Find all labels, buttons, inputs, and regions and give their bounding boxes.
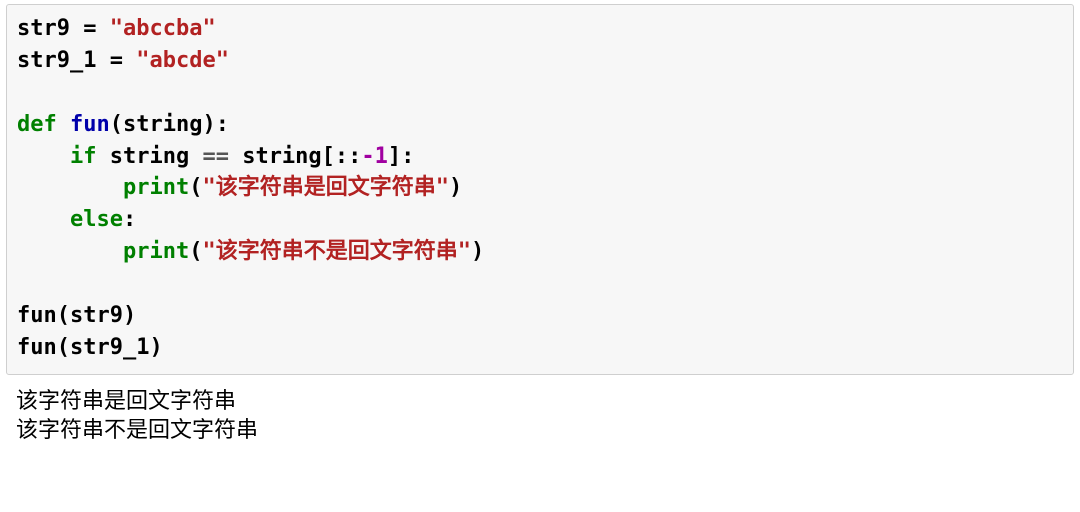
code-line-2: str9_1 = "abcde" [17, 48, 229, 73]
code-line-8: print("该字符串不是回文字符串") [17, 239, 484, 264]
code-line-11: fun(str9_1) [17, 335, 163, 360]
code-line-1: str9 = "abccba" [17, 16, 216, 41]
code-line-10: fun(str9) [17, 303, 136, 328]
code-line-6: print("该字符串是回文字符串") [17, 175, 462, 200]
code-line-4: def fun(string): [17, 112, 229, 137]
code-line-7: else: [17, 207, 136, 232]
output-line-2: 该字符串不是回文字符串 [16, 414, 1064, 444]
code-line-5: if string == string[::-1]: [17, 144, 414, 169]
code-cell: str9 = "abccba" str9_1 = "abcde" def fun… [6, 4, 1074, 375]
output-line-1: 该字符串是回文字符串 [16, 385, 1064, 415]
output-cell: 该字符串是回文字符串 该字符串不是回文字符串 [6, 375, 1074, 444]
